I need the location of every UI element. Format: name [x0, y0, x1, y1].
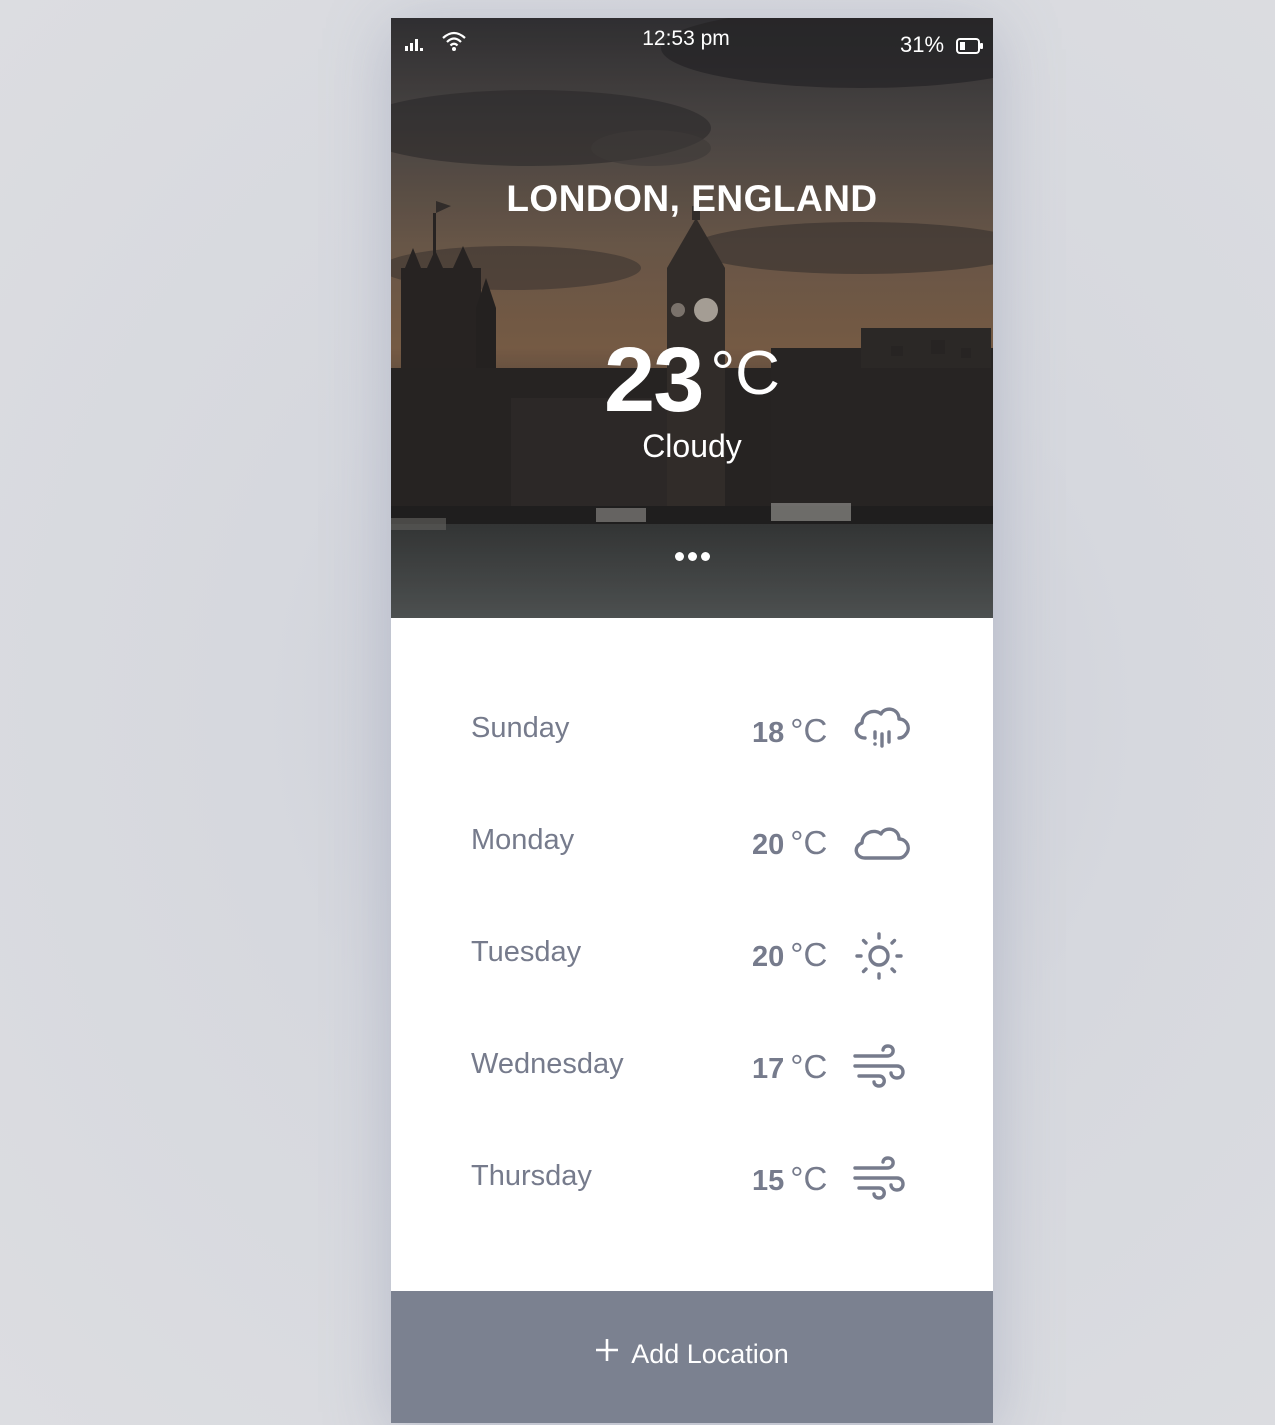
- add-location-button[interactable]: Add Location: [391, 1291, 993, 1423]
- forecast-temp-unit: °C: [790, 824, 828, 861]
- status-time: 12:53 pm: [642, 27, 730, 50]
- current-condition: Cloudy: [642, 428, 742, 464]
- status-bar: 12:53 pm 31%: [391, 18, 993, 68]
- forecast-day: Monday: [471, 824, 575, 856]
- forecast-temp-unit: °C: [790, 936, 828, 973]
- forecast-temp: 20 °C: [752, 824, 827, 862]
- forecast-temp-unit: °C: [790, 1160, 828, 1197]
- forecast-row[interactable]: Sunday 18 °C: [391, 690, 993, 770]
- location-title: LONDON, ENGLAND: [506, 178, 878, 219]
- forecast-temp-value: 17: [752, 1053, 785, 1085]
- london-skyline-image: [391, 18, 993, 618]
- current-temperature-value: 23: [604, 329, 704, 431]
- current-temperature: 23 °C: [391, 328, 993, 433]
- forecast-row[interactable]: Wednesday 17 °C: [391, 1026, 993, 1106]
- forecast-day: Wednesday: [471, 1048, 624, 1080]
- forecast-row[interactable]: Thursday 15 °C: [391, 1138, 993, 1218]
- forecast-temp-value: 15: [752, 1165, 785, 1197]
- wind-icon: [853, 1044, 905, 1088]
- battery-percent: 31%: [900, 32, 945, 57]
- forecast-day: Tuesday: [471, 936, 582, 968]
- page-dot[interactable]: [687, 552, 697, 561]
- forecast-day: Thursday: [471, 1160, 592, 1192]
- page-dot[interactable]: [700, 552, 710, 561]
- page-dot[interactable]: [674, 552, 684, 561]
- forecast-temp-value: 18: [752, 717, 785, 749]
- add-location-content: Add Location: [391, 1339, 993, 1371]
- forecast-list: Sunday 18 °C Monday 20 °C Tuesday 20 °C …: [391, 618, 993, 1291]
- forecast-temp-value: 20: [752, 829, 785, 861]
- forecast-row[interactable]: Tuesday 20 °C: [391, 914, 993, 994]
- forecast-temp: 18 °C: [752, 712, 827, 750]
- forecast-row[interactable]: Monday 20 °C: [391, 802, 993, 882]
- battery-icon: [956, 36, 984, 60]
- plus-icon: [595, 1338, 619, 1369]
- hero-panel[interactable]: 12:53 pm 31% LONDON, ENGLAND 23 °C Cloudy: [391, 18, 993, 618]
- current-temperature-unit: °C: [710, 339, 780, 408]
- forecast-temp: 15 °C: [752, 1160, 827, 1198]
- forecast-day: Sunday: [471, 712, 570, 744]
- cloud-icon: [854, 827, 910, 860]
- forecast-temp-unit: °C: [790, 712, 828, 749]
- forecast-temp: 17 °C: [752, 1048, 827, 1086]
- page-background: 12:53 pm 31% LONDON, ENGLAND 23 °C Cloudy: [0, 0, 1275, 1425]
- cloud-rain-icon: [854, 707, 910, 748]
- wind-icon: [853, 1156, 905, 1200]
- phone-screen: 12:53 pm 31% LONDON, ENGLAND 23 °C Cloudy: [391, 18, 993, 1423]
- add-location-label: Add Location: [631, 1339, 789, 1369]
- sun-icon: [855, 932, 903, 980]
- forecast-temp-value: 20: [752, 941, 785, 973]
- forecast-temp: 20 °C: [752, 936, 827, 974]
- forecast-temp-unit: °C: [790, 1048, 828, 1085]
- page-indicator[interactable]: [391, 548, 993, 566]
